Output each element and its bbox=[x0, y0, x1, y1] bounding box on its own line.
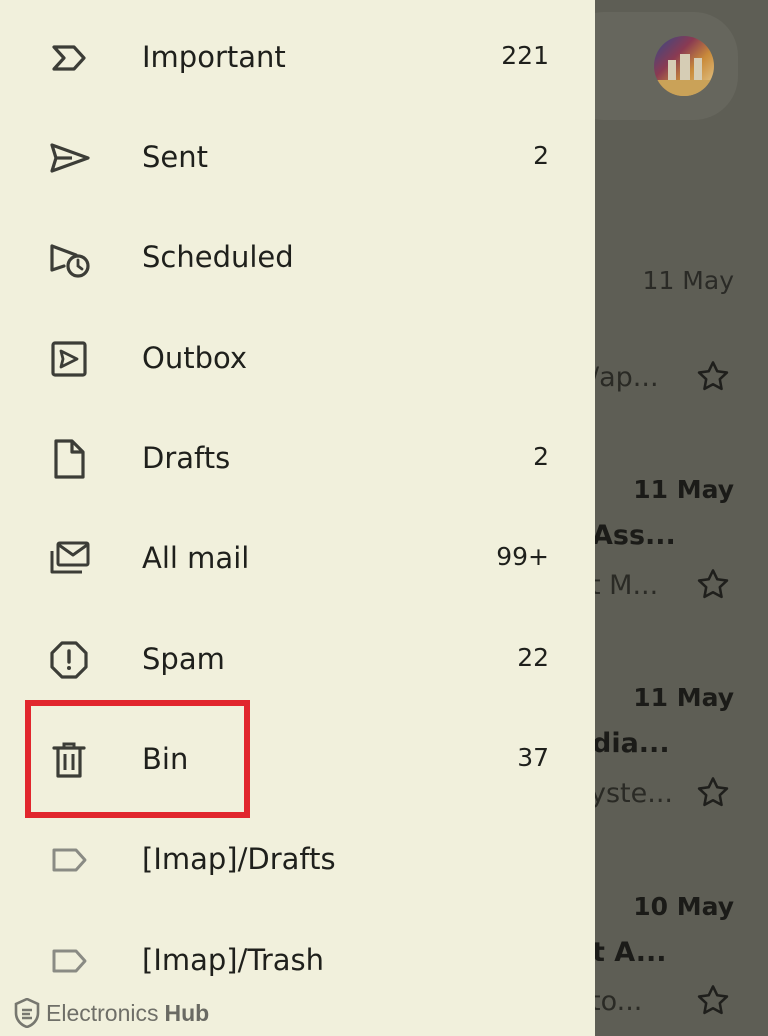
star-icon[interactable] bbox=[694, 774, 732, 812]
star-icon[interactable] bbox=[694, 982, 732, 1020]
star-icon[interactable] bbox=[694, 358, 732, 396]
email-sender: dia... bbox=[592, 728, 670, 759]
email-snippet: yste... bbox=[590, 778, 673, 809]
drawer-item-label: Outbox bbox=[142, 341, 247, 375]
electronics-hub-logo-icon bbox=[14, 998, 40, 1028]
spam-icon bbox=[46, 640, 94, 680]
drawer-item-label: Important bbox=[142, 40, 286, 74]
drawer-item-label: [Imap]/Drafts bbox=[142, 842, 336, 876]
account-avatar[interactable] bbox=[654, 36, 714, 96]
drawer-item-outbox[interactable]: Outbox bbox=[0, 319, 595, 399]
drawer-item-label: [Imap]/Trash bbox=[142, 943, 325, 977]
email-date: 10 May bbox=[633, 892, 734, 921]
email-snippet: to... bbox=[590, 986, 643, 1017]
drawer-item-count: 99+ bbox=[496, 542, 549, 571]
drawer-item-important[interactable]: Important 221 bbox=[0, 18, 595, 98]
scheduled-icon bbox=[46, 238, 94, 278]
drawer-item-count: 221 bbox=[501, 41, 549, 70]
watermark-text-main: Electronics bbox=[46, 999, 159, 1026]
outbox-icon bbox=[46, 339, 94, 379]
email-snippet: /ap... bbox=[590, 362, 659, 393]
send-icon bbox=[46, 138, 94, 178]
drawer-item-all-mail[interactable]: All mail 99+ bbox=[0, 519, 595, 599]
drawer-item-label: Spam bbox=[142, 642, 225, 676]
drawer-item-label: Scheduled bbox=[142, 240, 294, 274]
drawer-item-count: 22 bbox=[517, 643, 549, 672]
drawer-item-label: All mail bbox=[142, 541, 250, 575]
drawer-item-scheduled[interactable]: Scheduled bbox=[0, 218, 595, 298]
drawer-item-imap-trash[interactable]: [Imap]/Trash bbox=[0, 921, 595, 1001]
email-snippet: t M... bbox=[590, 570, 659, 601]
drawer-item-drafts[interactable]: Drafts 2 bbox=[0, 419, 595, 499]
email-date: 11 May bbox=[633, 683, 734, 712]
drawer-item-count: 2 bbox=[533, 442, 549, 471]
drawer-item-count: 37 bbox=[517, 743, 549, 772]
drawer-item-label: Bin bbox=[142, 742, 189, 776]
drawer-item-count: 2 bbox=[533, 141, 549, 170]
email-sender: Ass... bbox=[592, 520, 676, 551]
email-date: 11 May bbox=[642, 266, 734, 295]
email-sender: t A... bbox=[592, 937, 667, 968]
important-icon bbox=[46, 38, 94, 78]
navigation-drawer: Important 221 Sent 2 Scheduled Outbox Dr… bbox=[0, 0, 595, 1036]
all-mail-icon bbox=[46, 539, 94, 579]
star-icon[interactable] bbox=[694, 566, 732, 604]
email-date: 11 May bbox=[633, 475, 734, 504]
drawer-item-imap-drafts[interactable]: [Imap]/Drafts bbox=[0, 820, 595, 900]
watermark: Electronics Hub bbox=[14, 996, 209, 1030]
drawer-item-sent[interactable]: Sent 2 bbox=[0, 118, 595, 198]
bin-icon bbox=[46, 740, 94, 780]
label-icon bbox=[46, 941, 94, 981]
drawer-item-label: Sent bbox=[142, 140, 209, 174]
drawer-item-spam[interactable]: Spam 22 bbox=[0, 620, 595, 700]
watermark-text-hub: Hub bbox=[164, 999, 210, 1026]
drawer-item-label: Drafts bbox=[142, 441, 231, 475]
label-icon bbox=[46, 840, 94, 880]
draft-icon bbox=[46, 439, 94, 479]
drawer-item-bin[interactable]: Bin 37 bbox=[0, 720, 595, 800]
